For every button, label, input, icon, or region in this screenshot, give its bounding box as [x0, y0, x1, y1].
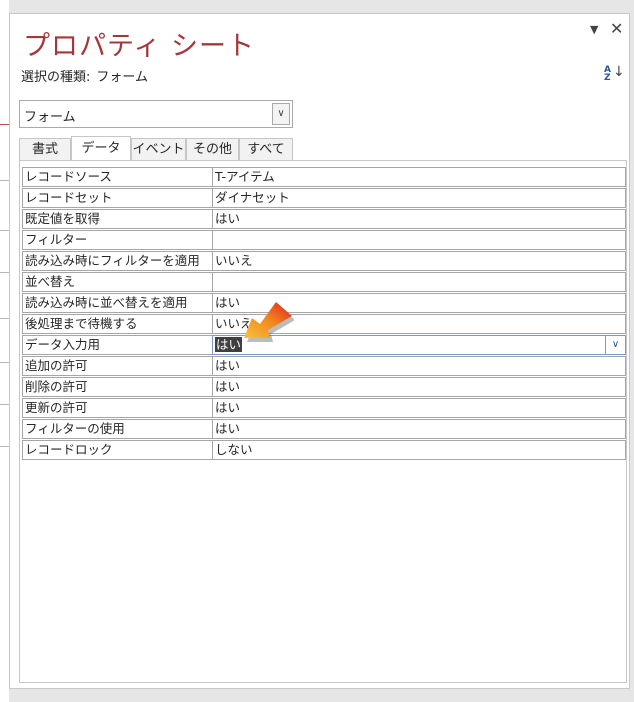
- tab-event[interactable]: イベント: [131, 138, 186, 160]
- chevron-down-icon[interactable]: ∨: [605, 336, 625, 354]
- property-row: 削除の許可 はい: [22, 377, 626, 398]
- background-tick: [0, 318, 9, 319]
- tab-format[interactable]: 書式: [19, 138, 71, 160]
- tab-all[interactable]: すべて: [239, 138, 293, 160]
- property-name[interactable]: レコードセット: [22, 188, 213, 208]
- background-tick: [0, 404, 9, 405]
- property-name[interactable]: 読み込み時に並べ替えを適用: [22, 293, 213, 313]
- property-name[interactable]: 更新の許可: [22, 398, 213, 418]
- tab-other[interactable]: その他: [186, 138, 239, 160]
- selection-type-value: フォーム: [96, 70, 149, 85]
- chevron-down-icon[interactable]: ∨: [272, 103, 290, 125]
- property-name[interactable]: 読み込み時にフィルターを適用: [22, 251, 213, 271]
- property-name[interactable]: データ入力用: [22, 335, 213, 355]
- property-value[interactable]: はい: [212, 356, 626, 376]
- property-row: レコードセット ダイナセット: [22, 188, 626, 209]
- pane-menu-icon[interactable]: ▼: [590, 23, 598, 36]
- sort-az-icon[interactable]: A Z ↓: [604, 64, 625, 88]
- property-value[interactable]: はい: [212, 398, 626, 418]
- property-name[interactable]: フィルターの使用: [22, 419, 213, 439]
- property-name[interactable]: 追加の許可: [22, 356, 213, 376]
- property-row: 更新の許可 はい: [22, 398, 626, 419]
- object-select-value: フォーム: [24, 110, 76, 125]
- pane-title: プロパティ シート: [23, 31, 255, 62]
- close-icon[interactable]: ✕: [610, 19, 623, 38]
- selection-type-label: 選択の種類:: [21, 70, 91, 85]
- property-value[interactable]: ダイナセット: [212, 188, 626, 208]
- property-value[interactable]: はい: [212, 419, 626, 439]
- property-sheet-pane: プロパティ シート ▼ ✕ A Z ↓ 選択の種類: フォーム フォーム ∨ 書式…: [9, 13, 630, 689]
- property-value[interactable]: T-アイテム: [212, 167, 626, 187]
- background-tick: [0, 180, 9, 181]
- property-value[interactable]: いいえ: [212, 251, 626, 271]
- property-name[interactable]: 削除の許可: [22, 377, 213, 397]
- property-name[interactable]: フィルター: [22, 230, 213, 250]
- sort-arrow-icon: ↓: [613, 64, 625, 80]
- property-value[interactable]: はい: [212, 377, 626, 397]
- background-tick: [0, 272, 9, 273]
- property-value[interactable]: しない: [212, 440, 626, 460]
- property-value[interactable]: [212, 230, 626, 250]
- property-name[interactable]: 既定値を取得: [22, 209, 213, 229]
- property-row-active: データ入力用 はい ∨: [22, 335, 626, 356]
- selection-type-row: 選択の種類: フォーム: [21, 66, 154, 85]
- property-row: 並べ替え: [22, 272, 626, 293]
- background-tick: [0, 230, 9, 231]
- background-red-line: [0, 124, 9, 125]
- property-name[interactable]: レコードロック: [22, 440, 213, 460]
- property-value[interactable]: [212, 272, 626, 292]
- property-name[interactable]: 並べ替え: [22, 272, 213, 292]
- background-tick: [0, 446, 9, 447]
- property-value[interactable]: はい: [212, 209, 626, 229]
- pointer-arrow-icon: [244, 302, 294, 342]
- background-window-edge: [0, 0, 9, 702]
- property-row: レコードロック しない: [22, 440, 626, 461]
- property-row: 既定値を取得 はい: [22, 209, 626, 230]
- tab-data[interactable]: データ: [71, 136, 131, 161]
- background-tick: [0, 362, 9, 363]
- property-row: レコードソース T-アイテム: [22, 167, 626, 188]
- object-select[interactable]: フォーム ∨: [19, 100, 293, 128]
- property-row: 追加の許可 はい: [22, 356, 626, 377]
- property-row: フィルターの使用 はい: [22, 419, 626, 440]
- property-grid-area: レコードソース T-アイテム レコードセット ダイナセット 既定値を取得 はい …: [19, 160, 627, 683]
- property-name[interactable]: レコードソース: [22, 167, 213, 187]
- property-row: 読み込み時に並べ替えを適用 はい: [22, 293, 626, 314]
- property-row: 読み込み時にフィルターを適用 いいえ: [22, 251, 626, 272]
- property-name[interactable]: 後処理まで待機する: [22, 314, 213, 334]
- property-row: 後処理まで待機する いいえ: [22, 314, 626, 335]
- property-row: フィルター: [22, 230, 626, 251]
